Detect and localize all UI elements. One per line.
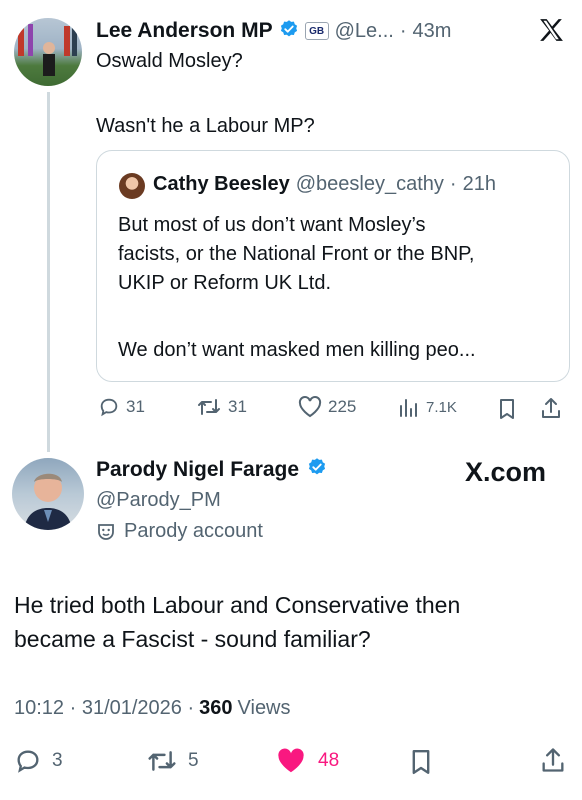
author-handle[interactable]: @Le... (335, 20, 394, 43)
avatar-lee-anderson[interactable] (14, 18, 82, 86)
tweet-timestamp[interactable]: 10:12 · 31/01/2026 · (14, 697, 194, 720)
reply-text-line1: He tried both Labour and Conservative th… (14, 592, 461, 618)
repost-icon (148, 751, 176, 771)
tweet-text-line2: Wasn't he a Labour MP? (96, 115, 315, 137)
tweet-text-line1: Oswald Mosley? (96, 50, 243, 72)
like-count: 225 (328, 397, 357, 416)
reply-text-line2: became a Fascist - sound familiar? (14, 626, 371, 652)
quoted-text-line1: But most of us don’t want Mosley’s (118, 214, 426, 236)
quoted-author-name[interactable]: Cathy Beesley (153, 173, 290, 196)
x-com-brand: X.com (465, 457, 547, 487)
quoted-tweet-card[interactable]: Cathy Beesley @beesley_cathy · 21h But m… (96, 150, 570, 382)
quoted-text-line3: UKIP or Reform UK Ltd. (118, 272, 332, 294)
heart-filled-icon (278, 748, 304, 773)
author-name[interactable]: Lee Anderson MP (96, 19, 273, 43)
views-count: 7.1K (426, 398, 457, 416)
quoted-text-line2: facists, or the National Front or the BN… (118, 243, 475, 265)
like-count: 48 (318, 750, 340, 771)
reply-count: 3 (52, 750, 63, 771)
repost-button[interactable]: 5 (146, 747, 199, 775)
avatar-parody-nigel-farage[interactable] (12, 458, 84, 530)
views-count: 360 (199, 697, 233, 719)
thread-line (47, 92, 50, 452)
bookmark-button[interactable] (409, 748, 433, 781)
repost-button[interactable]: 31 (196, 396, 247, 418)
reply-icon (17, 750, 39, 773)
like-button[interactable]: 225 (298, 396, 356, 418)
affiliation-badge-gb-news[interactable]: GB (304, 22, 329, 40)
views-bar-chart-icon (400, 399, 417, 417)
avatar-cathy-beesley[interactable] (119, 173, 145, 199)
heart-outline-icon (298, 396, 322, 418)
reply-button[interactable]: 3 (14, 747, 63, 775)
repost-icon (198, 399, 220, 415)
quoted-text-para2: We don’t want masked men killing peo... (118, 339, 476, 361)
reply-button[interactable]: 31 (98, 396, 145, 418)
views-button[interactable]: 7.1K (398, 396, 457, 418)
parody-mask-icon (98, 523, 114, 540)
share-button[interactable] (540, 396, 562, 425)
bookmark-icon (500, 399, 514, 419)
like-button[interactable]: 48 (276, 747, 339, 775)
x-logo-icon[interactable] (538, 18, 564, 47)
repost-count: 31 (228, 397, 247, 416)
share-icon (542, 398, 560, 418)
bookmark-button[interactable] (497, 398, 517, 425)
share-button[interactable] (540, 746, 566, 779)
separator-dot: · (399, 19, 407, 42)
views-label: Views (237, 697, 291, 719)
separator-dot: · (449, 173, 457, 195)
tweet-time[interactable]: 43m (412, 20, 451, 43)
parody-account-label: Parody account (96, 520, 263, 543)
quoted-author-handle[interactable]: @beesley_cathy (296, 173, 444, 196)
bookmark-icon (412, 749, 430, 774)
repost-count: 5 (188, 750, 199, 771)
tweet-meta: 10:12 · 31/01/2026 · 360 Views (14, 697, 291, 720)
verified-badge-icon (279, 19, 299, 44)
reply-count: 31 (126, 397, 145, 416)
reply-author-handle[interactable]: @Parody_PM (96, 489, 221, 512)
quoted-tweet-time: 21h (462, 173, 496, 195)
share-icon (542, 748, 564, 772)
verified-badge-icon (307, 457, 327, 482)
reply-icon (100, 398, 118, 417)
reply-author-name[interactable]: Parody Nigel Farage (96, 458, 299, 482)
